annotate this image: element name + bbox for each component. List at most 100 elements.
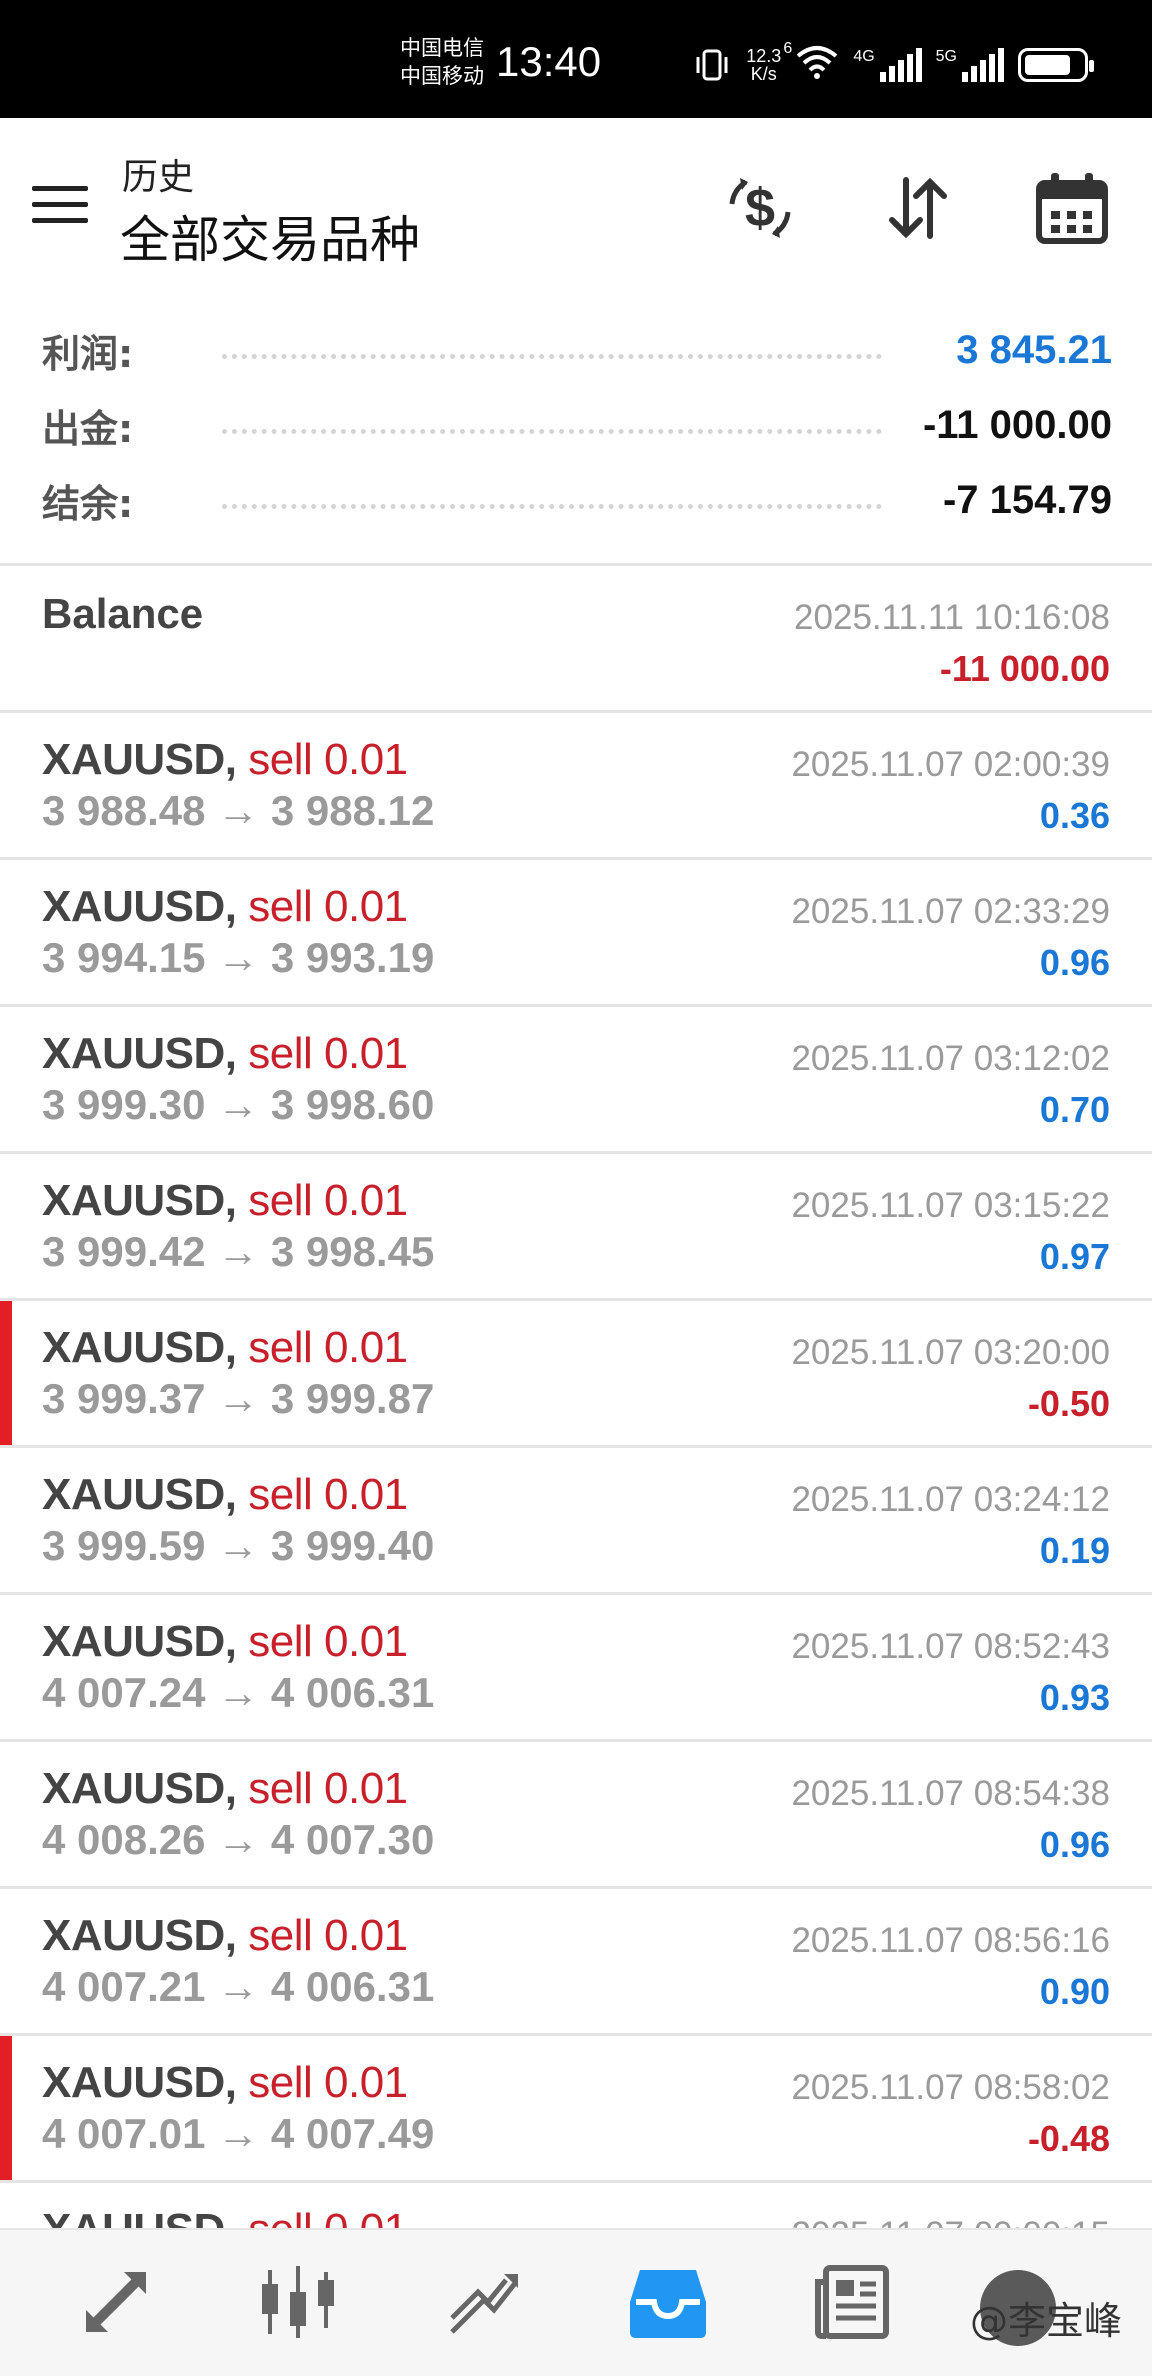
trade-time: 2025.11.07 02:33:29: [791, 892, 1110, 931]
trade-row[interactable]: XAUUSD, sell 0.01 3 999.30 → 3 998.60 2025…: [0, 1007, 1152, 1154]
trade-side: sell 0.01: [248, 1911, 408, 1960]
trade-side: sell 0.01: [248, 735, 408, 784]
page-title: 历史: [122, 157, 195, 198]
trade-profit: 0.90: [1039, 1971, 1110, 2012]
quotes-icon: [86, 2272, 146, 2332]
trade-row[interactable]: XAUUSD, sell 0.01 4 007.24 → 4 006.31 2025…: [0, 1595, 1152, 1742]
trade-profit: 0.36: [1039, 795, 1110, 836]
nav-chart[interactable]: [248, 2252, 348, 2352]
trade-icon: [450, 2274, 518, 2334]
trade-profit: -0.50: [1027, 1383, 1110, 1424]
loss-marker: [0, 1301, 12, 1445]
trade-time: 2025.11.07 08:56:16: [791, 1921, 1110, 1960]
trade-side: sell 0.01: [248, 2205, 408, 2230]
nav-trade[interactable]: [434, 2252, 534, 2352]
symbol-name: XAUUSD,: [42, 882, 237, 931]
calendar-button[interactable]: [1032, 168, 1112, 248]
nav-news[interactable]: [802, 2252, 902, 2352]
currency-exchange-icon: $: [729, 178, 791, 238]
vibrate-icon: [696, 49, 728, 80]
symbol-name: XAUUSD,: [42, 2205, 237, 2230]
sort-icon: [889, 177, 947, 239]
trade-symbol: XAUUSD, sell 0.01: [42, 1470, 408, 1520]
trade-time: 2025.11.07 03:12:02: [791, 1039, 1110, 1078]
news-icon: [815, 2265, 889, 2339]
chart-candles-icon: [262, 2266, 334, 2338]
trade-symbol: XAUUSD, sell 0.01: [42, 1323, 408, 1373]
trade-profit: 0.96: [1039, 1824, 1110, 1865]
trade-side: sell 0.01: [248, 882, 408, 931]
signal-icon-1: 4G: [853, 47, 922, 82]
trade-row[interactable]: XAUUSD, sell 0.01 3 999.42 → 3 998.45 2025…: [0, 1154, 1152, 1301]
trade-profit: 0.70: [1039, 1089, 1110, 1130]
symbol-name: XAUUSD,: [42, 1323, 237, 1372]
balance-row[interactable]: Balance 2025.11.11 10:16:08 -11 000.00: [0, 566, 1152, 713]
trade-row[interactable]: XAUUSD, sell 0.01 3 999.59 → 3 999.40 2025…: [0, 1448, 1152, 1595]
trade-row[interactable]: XAUUSD, sell 0.012025.11.07 09:00:15: [0, 2183, 1152, 2230]
currency-exchange-button[interactable]: $: [720, 168, 800, 248]
trade-profit: 0.93: [1039, 1677, 1110, 1718]
trade-side: sell 0.01: [248, 1176, 408, 1225]
dotted-leader: [222, 504, 882, 509]
trade-side: sell 0.01: [248, 2058, 408, 2107]
trade-symbol: XAUUSD, sell 0.01: [42, 1764, 408, 1814]
trade-symbol: XAUUSD, sell 0.01: [42, 2058, 408, 2108]
symbol-filter-title[interactable]: 全部交易品种: [120, 200, 420, 272]
trade-side: sell 0.01: [248, 1764, 408, 1813]
trade-prices: 3 999.37 → 3 999.87: [42, 1375, 435, 1422]
bottom-nav: @李宝峰: [0, 2228, 1152, 2376]
withdrawal-label: 出金:: [42, 406, 134, 451]
trade-prices: 4 008.26 → 4 007.30: [42, 1816, 435, 1863]
trade-time: 2025.11.07 03:20:00: [791, 1333, 1110, 1372]
trade-side: sell 0.01: [248, 1323, 408, 1372]
nav-quotes[interactable]: [66, 2252, 166, 2352]
symbol-name: XAUUSD,: [42, 1176, 237, 1225]
trade-prices: 3 994.15 → 3 993.19: [42, 934, 435, 981]
trade-row[interactable]: XAUUSD, sell 0.01 4 007.01 → 4 007.49 2025…: [0, 2036, 1152, 2183]
trade-profit: 0.97: [1039, 1236, 1110, 1277]
balance-entry-time: 2025.11.11 10:16:08: [794, 598, 1110, 637]
sort-button[interactable]: [878, 168, 958, 248]
signal-icon-2: 5G: [935, 47, 1004, 82]
nav-history[interactable]: [618, 2252, 718, 2352]
symbol-name: XAUUSD,: [42, 735, 237, 784]
symbol-name: XAUUSD,: [42, 1764, 237, 1813]
carrier-names: 中国电信 中国移动: [400, 34, 484, 90]
trade-side: sell 0.01: [248, 1029, 408, 1078]
history-list[interactable]: Balance 2025.11.11 10:16:08 -11 000.00 X…: [0, 566, 1152, 2230]
trade-prices: 4 007.21 → 4 006.31: [42, 1963, 435, 2010]
wifi-badge: 6: [783, 40, 793, 57]
trade-row[interactable]: XAUUSD, sell 0.01 4 007.21 → 4 006.31 2025…: [0, 1889, 1152, 2036]
battery-icon: [1018, 47, 1094, 82]
wifi-group: 6: [783, 40, 839, 85]
trade-symbol: XAUUSD, sell 0.01: [42, 1617, 408, 1667]
trade-row[interactable]: XAUUSD, sell 0.01 3 988.48 → 3 988.12 2025…: [0, 713, 1152, 860]
trade-time: 2025.11.07 08:54:38: [791, 1774, 1110, 1813]
summary-withdrawal-row: 出金: -11 000.00: [42, 395, 1112, 455]
summary-profit-row: 利润: 3 845.21: [42, 320, 1112, 380]
trade-time: 2025.11.07 03:15:22: [791, 1186, 1110, 1225]
history-inbox-icon: [630, 2270, 706, 2338]
signal-2-label: 5G: [935, 47, 957, 65]
trade-time: 2025.11.07 08:52:43: [791, 1627, 1110, 1666]
summary-panel: 利润: 3 845.21 出金: -11 000.00 结余: -7 154.7…: [0, 300, 1152, 565]
loss-marker: [0, 2036, 12, 2180]
trade-symbol: XAUUSD, sell 0.01: [42, 1911, 408, 1961]
symbol-name: XAUUSD,: [42, 1617, 237, 1666]
trade-profit: 0.19: [1039, 1530, 1110, 1571]
trade-row[interactable]: XAUUSD, sell 0.01 3 999.37 → 3 999.87 2025…: [0, 1301, 1152, 1448]
trade-time: 2025.11.07 03:24:12: [791, 1480, 1110, 1519]
trade-prices: 4 007.01 → 4 007.49: [42, 2110, 435, 2157]
trade-prices: 3 999.59 → 3 999.40: [42, 1522, 435, 1569]
dotted-leader: [222, 354, 882, 359]
carrier-1: 中国电信: [400, 36, 484, 60]
trade-prices: 3 999.42 → 3 998.45: [42, 1228, 435, 1275]
profit-value: 3 845.21: [956, 327, 1112, 372]
summary-balance-row: 结余: -7 154.79: [42, 470, 1112, 530]
status-icons: 12.3 K/s 6 4G 5G: [692, 40, 1094, 85]
trade-row[interactable]: XAUUSD, sell 0.01 3 994.15 → 3 993.19 2025…: [0, 860, 1152, 1007]
menu-icon[interactable]: [32, 186, 88, 226]
trade-side: sell 0.01: [248, 1617, 408, 1666]
trade-row[interactable]: XAUUSD, sell 0.01 4 008.26 → 4 007.30 2025…: [0, 1742, 1152, 1889]
signal-1-label: 4G: [853, 47, 875, 65]
